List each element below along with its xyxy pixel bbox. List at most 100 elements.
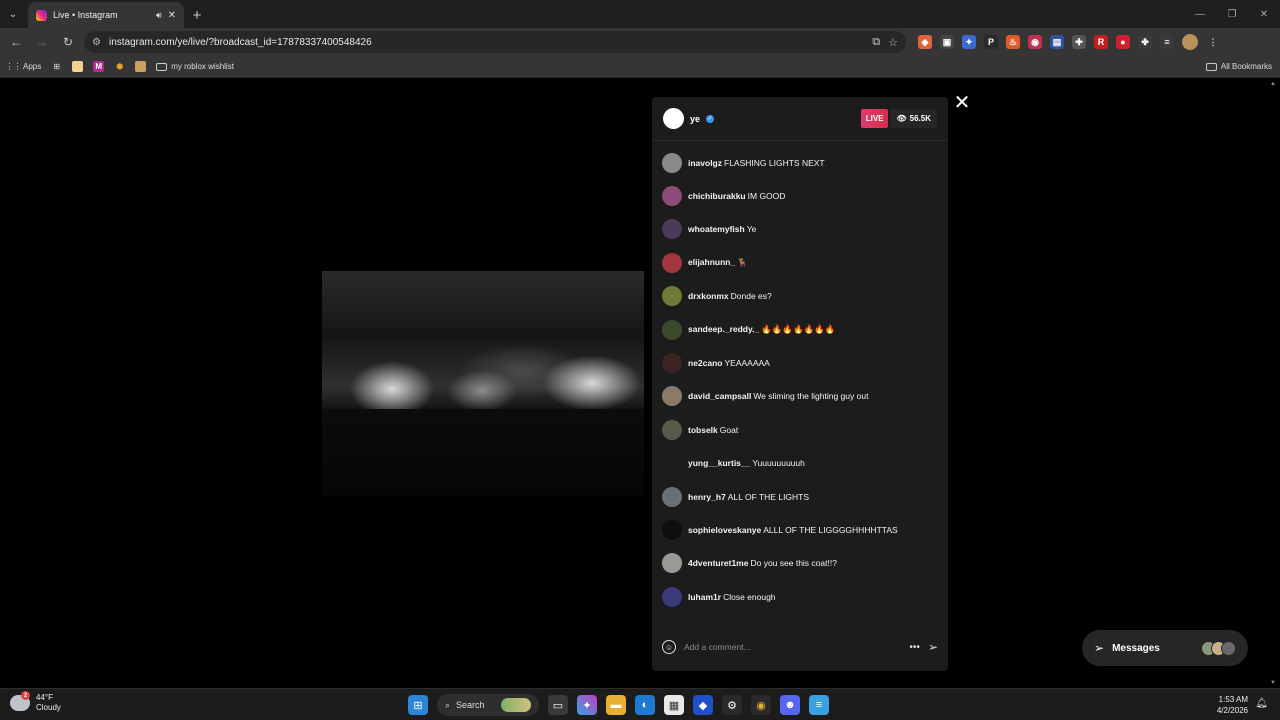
comment-username[interactable]: ne2cano: [688, 358, 723, 368]
comment-username[interactable]: drxkonmx: [688, 291, 729, 301]
app-blue-icon[interactable]: ◆: [693, 695, 713, 715]
extension-drop-icon[interactable]: ●: [1116, 35, 1130, 49]
extension-blue-icon[interactable]: ✦: [962, 35, 976, 49]
close-window-button[interactable]: ✕: [1248, 0, 1280, 28]
comment-input[interactable]: [684, 642, 902, 652]
avatar[interactable]: [662, 186, 682, 207]
address-bar[interactable]: ⚙ instagram.com/ye/live/?broadcast_id=17…: [84, 31, 906, 53]
browser-tab-instagram-live[interactable]: Live • Instagram 🔊︎ ✕: [28, 2, 184, 28]
comment-username[interactable]: sandeep._reddy._: [688, 324, 759, 334]
comment-body: IM GOOD: [747, 191, 786, 202]
weather-widget[interactable]: 2 44°F Cloudy: [10, 691, 61, 713]
back-button[interactable]: ←: [6, 32, 26, 52]
avatar[interactable]: [662, 386, 682, 407]
host-avatar[interactable]: [663, 108, 684, 129]
new-tab-button[interactable]: +: [184, 2, 210, 28]
comment-username[interactable]: chichiburakku: [688, 191, 746, 201]
menu-kebab-icon[interactable]: ⋮: [1206, 35, 1220, 49]
scroll-up-icon[interactable]: ▲: [1270, 81, 1276, 87]
comment-row: chichiburakku IM GOOD: [662, 179, 938, 212]
chrome-icon[interactable]: ◉: [751, 695, 771, 715]
file-explorer-icon[interactable]: ▬: [606, 695, 626, 715]
copilot-icon[interactable]: ✦: [577, 695, 597, 715]
bookmark-pin-icon[interactable]: ⬢: [114, 61, 125, 72]
notification-bell-icon[interactable]: 🔔︎: [1255, 698, 1268, 709]
search-highlight-image: [501, 698, 531, 712]
tab-groups-icon[interactable]: ⊞: [51, 61, 62, 72]
bookmark-m-icon[interactable]: M: [93, 61, 105, 72]
avatar[interactable]: [662, 453, 682, 474]
reading-list-icon[interactable]: ≡: [1160, 35, 1174, 49]
comment-body: ALLL OF THE LIGGGGHHHHTTAS: [763, 524, 898, 535]
bookmark-apps[interactable]: ⋮⋮ Apps: [6, 61, 42, 72]
minimize-button[interactable]: —: [1184, 0, 1216, 28]
comment-username[interactable]: 4dventuret1me: [688, 558, 748, 568]
avatar[interactable]: [662, 353, 682, 374]
bookmark-roblox-wishlist[interactable]: my roblox wishlist: [156, 62, 234, 71]
extension-red-icon[interactable]: R: [1094, 35, 1108, 49]
task-view-icon[interactable]: ▭: [548, 695, 568, 715]
avatar[interactable]: [662, 486, 682, 507]
messages-button[interactable]: ➢ Messages: [1082, 630, 1248, 666]
steam-icon[interactable]: ⚙: [722, 695, 742, 715]
profile-avatar[interactable]: [1182, 34, 1198, 50]
comment-username[interactable]: luham1r: [688, 592, 721, 602]
comment-body: Do you see this coat!!?: [750, 558, 837, 569]
maximize-button[interactable]: ❐: [1216, 0, 1248, 28]
notepad-icon[interactable]: ≡: [809, 695, 829, 715]
speaker-icon[interactable]: 🔊︎: [156, 10, 162, 21]
bookmark-face-icon[interactable]: [135, 61, 147, 72]
edge-browser-icon[interactable]: ◐: [635, 695, 655, 715]
comment-username[interactable]: elijahnunn_: [688, 257, 735, 267]
extension-p-icon[interactable]: P: [984, 35, 998, 49]
comment-username[interactable]: yung__kurtis__: [688, 458, 750, 468]
comment-username[interactable]: sophieloveskanye: [688, 525, 761, 535]
extension-tabs-icon[interactable]: ▤: [1050, 35, 1064, 49]
page-scrollbar[interactable]: ▲ ▼: [1268, 79, 1276, 688]
all-bookmarks[interactable]: All Bookmarks: [1205, 62, 1272, 71]
avatar[interactable]: [662, 152, 682, 173]
clock-date: 4/2/2026: [1216, 706, 1248, 715]
bookmark-yellow-icon[interactable]: [72, 61, 84, 72]
emoji-icon[interactable]: ☺: [662, 640, 676, 654]
more-options-icon[interactable]: •••: [909, 642, 920, 653]
comment-username[interactable]: whoatemyfish: [688, 224, 745, 234]
extension-lens-icon[interactable]: ◉: [1028, 35, 1042, 49]
comment-text: henry_h7 ALL OF THE LIGHTS: [688, 492, 809, 502]
install-app-icon[interactable]: ⧉: [872, 36, 880, 49]
avatar[interactable]: [662, 553, 682, 574]
comment-username[interactable]: inavolgz: [688, 158, 722, 168]
avatar[interactable]: [662, 586, 682, 607]
live-video[interactable]: [322, 271, 644, 497]
forward-button[interactable]: →: [32, 32, 52, 52]
avatar[interactable]: [662, 286, 682, 307]
comment-username[interactable]: david_campsall: [688, 391, 751, 401]
extensions-puzzle-icon[interactable]: ✤: [1138, 35, 1152, 49]
comment-username[interactable]: henry_h7: [688, 492, 726, 502]
url-text[interactable]: instagram.com/ye/live/?broadcast_id=1787…: [109, 37, 864, 48]
discord-icon[interactable]: ☻: [780, 695, 800, 715]
scroll-down-icon[interactable]: ▼: [1270, 680, 1276, 686]
extension-box-icon[interactable]: ▣: [940, 35, 954, 49]
windows-start-icon[interactable]: ⊞: [408, 695, 428, 715]
avatar[interactable]: [662, 219, 682, 240]
taskbar-search[interactable]: ⌕ Search: [437, 694, 539, 716]
bookmark-star-icon[interactable]: ☆: [888, 36, 898, 49]
avatar[interactable]: [662, 319, 682, 340]
extension-grid-icon[interactable]: ✚: [1072, 35, 1086, 49]
avatar[interactable]: [662, 252, 682, 273]
microsoft-store-icon[interactable]: ▦: [664, 695, 684, 715]
system-clock[interactable]: 1:53 AM 4/2/2026: [1217, 694, 1248, 716]
extension-flame-icon[interactable]: ♨: [1006, 35, 1020, 49]
avatar[interactable]: [662, 519, 682, 540]
site-info-icon[interactable]: ⚙: [92, 37, 101, 48]
comment-username[interactable]: tobselk: [688, 425, 718, 435]
host-username[interactable]: ye: [690, 114, 700, 124]
send-icon[interactable]: ➢: [928, 640, 938, 654]
reload-button[interactable]: ↻: [58, 32, 78, 52]
avatar[interactable]: [662, 419, 682, 440]
close-live-icon[interactable]: ✕: [953, 93, 971, 113]
extension-fire-icon[interactable]: ◆: [918, 35, 932, 49]
tab-close-icon[interactable]: ✕: [168, 10, 176, 21]
tab-search-button[interactable]: ⌄: [0, 0, 26, 28]
